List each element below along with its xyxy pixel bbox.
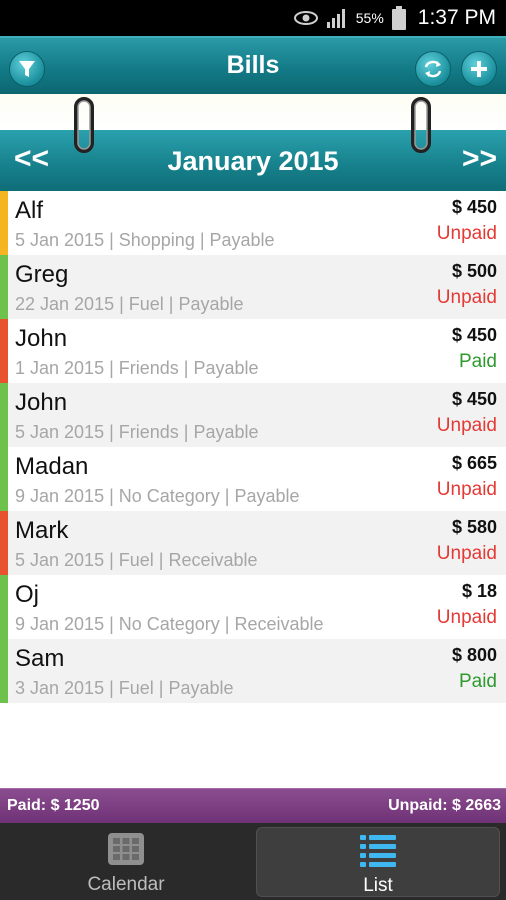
bill-row[interactable]: John 1 Jan 2015 | Friends | Payable $ 450 P… [0, 319, 506, 383]
bill-status: Paid [458, 351, 497, 372]
bill-details: 9 Jan 2015 | No Category | Payable [15, 486, 300, 506]
binder-ring-icon [74, 97, 94, 153]
bill-amount: $ 800 [451, 645, 497, 665]
bill-name: John [15, 325, 68, 352]
status-bar: 55% 1:37 PM [0, 0, 506, 36]
summary-bar: Paid: $ 1250 Unpaid: $ 2663 [0, 788, 506, 824]
bill-name: Alf [15, 197, 44, 224]
next-month-button[interactable]: >> [462, 144, 497, 174]
category-color-bar [0, 255, 8, 319]
bill-amount: $ 500 [451, 261, 497, 281]
category-color-bar [0, 575, 8, 639]
category-color-bar [0, 447, 8, 511]
bill-status: Unpaid [436, 415, 497, 436]
unpaid-total: Unpaid: $ 2663 [388, 797, 501, 814]
tab-list[interactable]: List [256, 827, 500, 897]
clock: 1:37 PM [417, 6, 496, 29]
bill-status: Unpaid [436, 223, 497, 244]
bill-details: 5 Jan 2015 | Friends | Payable [15, 422, 259, 442]
bill-list: Alf 5 Jan 2015 | Shopping | Payable $ 450 U… [0, 191, 506, 703]
bill-amount: $ 665 [451, 453, 497, 473]
eye-icon [293, 11, 318, 25]
add-button[interactable] [461, 51, 497, 87]
bill-status: Unpaid [436, 479, 497, 500]
bill-name: Sam [15, 645, 65, 672]
category-color-bar [0, 319, 8, 383]
sync-button[interactable] [415, 51, 451, 87]
tab-calendar-label: Calendar [87, 874, 165, 895]
bill-name: John [15, 389, 68, 416]
category-color-bar [0, 383, 8, 447]
bill-status: Paid [458, 671, 497, 692]
bill-name: Oj [15, 581, 39, 608]
bill-row[interactable]: Greg 22 Jan 2015 | Fuel | Payable $ 500 Unp… [0, 255, 506, 319]
bill-name: Mark [15, 517, 69, 544]
signal-icon [326, 9, 345, 28]
bill-details: 3 Jan 2015 | Fuel | Payable [15, 678, 234, 698]
bill-row[interactable]: Alf 5 Jan 2015 | Shopping | Payable $ 450 U… [0, 191, 506, 255]
sync-icon [424, 60, 442, 78]
binder-ring-icon [411, 97, 431, 153]
bill-status: Unpaid [436, 287, 497, 308]
bill-status: Unpaid [436, 607, 497, 628]
tab-calendar[interactable]: Calendar [4, 827, 248, 897]
bill-row[interactable]: Mark 5 Jan 2015 | Fuel | Receivable $ 580 U… [0, 511, 506, 575]
bill-name: Greg [15, 261, 69, 288]
bill-details: 9 Jan 2015 | No Category | Receivable [15, 614, 324, 634]
battery-icon [391, 6, 406, 30]
bill-amount: $ 580 [451, 517, 497, 537]
bill-details: 5 Jan 2015 | Fuel | Receivable [15, 550, 258, 570]
bill-amount: $ 450 [451, 325, 497, 345]
bill-row[interactable]: Oj 9 Jan 2015 | No Category | Receivable $… [0, 575, 506, 639]
tab-list-label: List [363, 875, 393, 896]
bill-amount: $ 450 [451, 389, 497, 409]
bill-row[interactable]: Madan 9 Jan 2015 | No Category | Payable $… [0, 447, 506, 511]
add-icon [471, 61, 487, 77]
bill-details: 1 Jan 2015 | Friends | Payable [15, 358, 259, 378]
bill-details: 22 Jan 2015 | Fuel | Payable [15, 294, 244, 314]
bill-amount: $ 18 [461, 581, 497, 601]
bill-row[interactable]: John 5 Jan 2015 | Friends | Payable $ 450 U… [0, 383, 506, 447]
bill-name: Madan [15, 453, 89, 480]
paid-total: Paid: $ 1250 [7, 797, 100, 814]
category-color-bar [0, 191, 8, 255]
list-icon [360, 835, 396, 867]
battery-percent: 55% [355, 10, 384, 26]
bill-row[interactable]: Sam 3 Jan 2015 | Fuel | Payable $ 800 Paid [0, 639, 506, 703]
category-color-bar [0, 639, 8, 703]
bill-details: 5 Jan 2015 | Shopping | Payable [15, 230, 275, 250]
app-header: Bills [0, 36, 506, 94]
bill-amount: $ 450 [451, 197, 497, 217]
category-color-bar [0, 511, 8, 575]
bill-status: Unpaid [436, 543, 497, 564]
bottom-tab-bar: Calendar List [0, 823, 506, 900]
calendar-grid-icon [108, 833, 144, 865]
